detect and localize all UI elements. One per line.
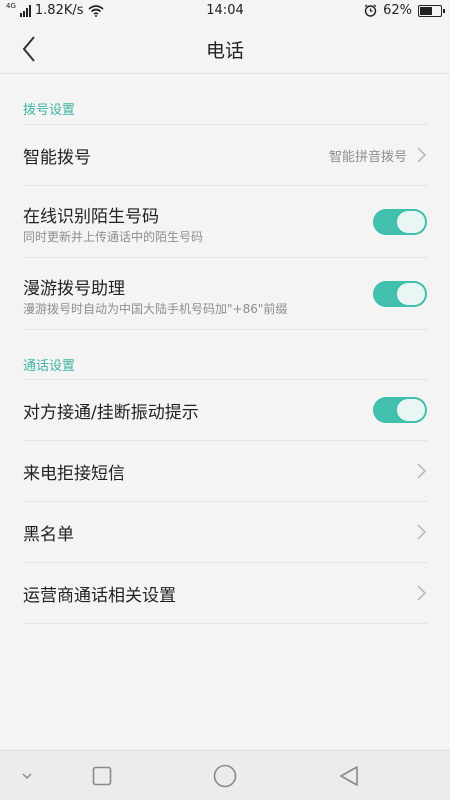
- nav-back-button[interactable]: [336, 763, 362, 789]
- section-header-call: 通话设置: [23, 329, 427, 379]
- list-divider: [23, 623, 427, 624]
- navigation-bar: [0, 750, 450, 800]
- section-title-dial: 拨号设置: [23, 103, 76, 118]
- battery-icon: [418, 4, 445, 17]
- row-title: 来电拒接短信: [23, 464, 125, 484]
- chevron-down-icon: [22, 773, 32, 779]
- section-title-call: 通话设置: [23, 359, 76, 374]
- row-title: 在线识别陌生号码: [23, 207, 159, 227]
- home-circle-icon: [213, 764, 237, 788]
- app-bar: 电话: [0, 24, 450, 74]
- recents-square-icon: [92, 766, 112, 786]
- chevron-right-icon: [417, 524, 427, 540]
- row-reject-sms[interactable]: 来电拒接短信: [23, 440, 427, 501]
- row-value: 智能拼音拨号: [328, 150, 407, 165]
- battery-fill: [420, 6, 433, 15]
- settings-list: 拨号设置 智能拨号 智能拼音拨号 在线识别陌生号码 同时更新并上传通话中的陌生号…: [0, 74, 450, 624]
- chevron-right-icon: [417, 147, 427, 163]
- toggle-knob: [397, 399, 425, 421]
- row-blacklist[interactable]: 黑名单: [23, 501, 427, 562]
- vibrate-toggle[interactable]: [373, 397, 427, 423]
- row-vibrate-on-connect[interactable]: 对方接通/挂断振动提示: [23, 379, 427, 440]
- row-identify-unknown[interactable]: 在线识别陌生号码 同时更新并上传通话中的陌生号码: [23, 185, 427, 257]
- nav-collapse-button[interactable]: [14, 763, 40, 789]
- toggle-knob: [397, 283, 425, 305]
- toggle-knob: [397, 211, 425, 233]
- row-carrier-settings[interactable]: 运营商通话相关设置: [23, 562, 427, 623]
- roaming-assistant-toggle[interactable]: [373, 281, 427, 307]
- alarm-icon: [364, 4, 377, 17]
- status-right: 62%: [364, 3, 445, 18]
- status-bar: 4G 1.82K/s 14:04 62%: [0, 0, 450, 24]
- chevron-right-icon: [417, 585, 427, 601]
- section-header-dial: 拨号设置: [0, 74, 450, 124]
- row-title: 智能拨号: [23, 148, 91, 168]
- row-roaming-assistant[interactable]: 漫游拨号助理 漫游拨号时自动为中国大陆手机号码加"+86"前缀: [23, 257, 427, 329]
- identify-unknown-toggle[interactable]: [373, 209, 427, 235]
- row-title: 黑名单: [23, 525, 74, 545]
- row-title: 漫游拨号助理: [23, 279, 125, 299]
- nav-recents-button[interactable]: [89, 763, 115, 789]
- nav-home-button[interactable]: [212, 763, 238, 789]
- chevron-right-icon: [417, 463, 427, 479]
- battery-percent: 62%: [383, 3, 412, 18]
- row-title: 对方接通/挂断振动提示: [23, 403, 199, 423]
- row-smart-dial[interactable]: 智能拨号 智能拼音拨号: [23, 124, 427, 185]
- row-title: 运营商通话相关设置: [23, 586, 176, 606]
- row-subtitle: 漫游拨号时自动为中国大陆手机号码加"+86"前缀: [23, 302, 288, 316]
- back-triangle-icon: [340, 766, 358, 786]
- page-title: 电话: [205, 40, 244, 62]
- row-subtitle: 同时更新并上传通话中的陌生号码: [23, 230, 204, 244]
